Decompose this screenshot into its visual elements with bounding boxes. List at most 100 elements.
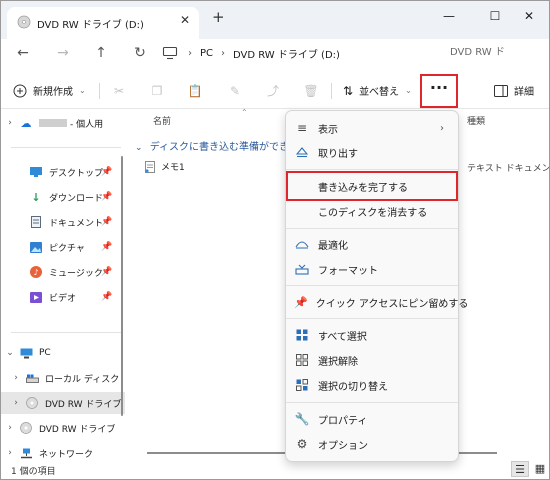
refresh-button[interactable]: ↻ bbox=[128, 41, 152, 65]
chevron-down-icon: ⌄ bbox=[135, 143, 143, 153]
menu-item-select-none[interactable]: 選択解除 bbox=[290, 349, 454, 371]
pin-icon: 📌 bbox=[101, 192, 113, 202]
details-pane-icon bbox=[494, 84, 508, 97]
column-header-type[interactable]: 種類 bbox=[467, 114, 485, 127]
select-none-icon bbox=[294, 352, 310, 368]
sidebar-item-dvd-drive[interactable]: › DVD RW ドライブ bbox=[1, 417, 125, 439]
sidebar-item-label: ドキュメント bbox=[49, 218, 104, 229]
disc-icon bbox=[17, 15, 31, 29]
delete-icon[interactable]: 🗑 bbox=[303, 83, 319, 99]
forward-button[interactable]: → bbox=[51, 41, 75, 65]
menu-item-invert-selection[interactable]: 選択の切り替え bbox=[290, 374, 454, 396]
menu-item-erase-disc[interactable]: このディスクを消去する bbox=[290, 200, 454, 222]
details-pane-button[interactable]: 詳細 bbox=[494, 83, 534, 98]
highlight-finish-burning bbox=[286, 171, 458, 201]
sidebar-item-videos[interactable]: ビデオ 📌 bbox=[1, 286, 125, 308]
menu-item-options[interactable]: ⚙ オプション bbox=[290, 433, 454, 455]
file-type: テキスト ドキュメント bbox=[467, 164, 550, 174]
title-bar: DVD RW ドライブ (D:) ✕ + — ☐ ✕ bbox=[1, 1, 549, 39]
sidebar-item-dvd-drive-selected[interactable]: › DVD RW ドライブ bbox=[1, 392, 125, 414]
copy-icon[interactable]: ❐ bbox=[149, 83, 165, 99]
search-input[interactable]: DVD RW ド bbox=[440, 42, 540, 64]
disc-icon bbox=[25, 396, 39, 410]
sidebar-item-network[interactable]: › ネットワーク bbox=[1, 442, 125, 464]
menu-item-label: このディスクを消去する bbox=[318, 207, 428, 219]
menu-item-eject[interactable]: 取り出す bbox=[290, 141, 454, 163]
menu-item-label: 選択解除 bbox=[318, 356, 358, 368]
menu-item-optimize[interactable]: 最適化 bbox=[290, 233, 454, 255]
sidebar-item-pictures[interactable]: ピクチャ 📌 bbox=[1, 236, 125, 258]
chevron-right-icon: › bbox=[8, 448, 12, 458]
breadcrumb-dvd-drive[interactable]: DVD RW ドライブ (D:) bbox=[233, 46, 340, 61]
sort-icon: ⇅ bbox=[343, 83, 354, 98]
menu-item-label: 最適化 bbox=[318, 240, 348, 252]
up-button[interactable]: ↑ bbox=[89, 41, 113, 65]
menu-item-properties[interactable]: 🔧 プロパティ bbox=[290, 408, 454, 430]
sidebar-item-label: PC bbox=[39, 348, 51, 358]
cut-icon[interactable]: ✂ bbox=[111, 83, 127, 99]
command-bar: 新規作成 ⌄ ✂ ❐ 📋 ✎ ⤴ 🗑 ⇅ 並べ替え ⌄ ··· 詳細 bbox=[1, 71, 549, 109]
group-header[interactable]: ⌄ ディスクに書き込む準備ができ bbox=[135, 138, 289, 153]
sidebar-item-pc[interactable]: ⌄ PC bbox=[1, 342, 125, 364]
menu-item-label: クイック アクセスにピン留めする bbox=[315, 298, 469, 310]
large-icons-view-button[interactable]: ▦ bbox=[531, 461, 549, 477]
tab-dvd-drive[interactable]: DVD RW ドライブ (D:) ✕ bbox=[7, 7, 199, 39]
sidebar-item-documents[interactable]: ドキュメント 📌 bbox=[1, 211, 125, 233]
tab-close-button[interactable]: ✕ bbox=[180, 13, 190, 27]
menu-divider bbox=[286, 402, 458, 403]
paste-icon[interactable]: 📋 bbox=[187, 83, 203, 99]
sidebar-item-label: - 個人用 bbox=[70, 119, 104, 130]
menu-item-view[interactable]: ≡ 表示 › bbox=[290, 117, 454, 139]
chevron-right-icon: › bbox=[440, 122, 444, 134]
menu-item-select-all[interactable]: すべて選択 bbox=[290, 324, 454, 346]
new-button-label: 新規作成 bbox=[33, 87, 73, 98]
rename-icon[interactable]: ✎ bbox=[227, 83, 243, 99]
details-view-button[interactable]: ☰ bbox=[511, 461, 529, 477]
chevron-right-icon: › bbox=[14, 373, 18, 383]
close-window-button[interactable]: ✕ bbox=[509, 5, 549, 27]
video-icon bbox=[29, 290, 43, 304]
menu-item-format[interactable]: フォーマット bbox=[290, 258, 454, 280]
chevron-right-icon: › bbox=[8, 118, 12, 128]
sidebar-item-local-disk[interactable]: › ローカル ディスク bbox=[1, 367, 125, 389]
pc-icon bbox=[19, 346, 33, 360]
select-all-icon bbox=[294, 327, 310, 343]
sort-button[interactable]: ⇅ 並べ替え ⌄ bbox=[343, 83, 412, 99]
local-disk-icon bbox=[25, 371, 39, 385]
share-icon[interactable]: ⤴ bbox=[265, 83, 281, 99]
optimize-icon bbox=[294, 236, 310, 252]
column-header-name[interactable]: 名前 bbox=[153, 114, 171, 127]
sidebar-scrollbar[interactable] bbox=[121, 156, 123, 416]
breadcrumb-separator-icon: › bbox=[221, 47, 226, 59]
sidebar-item-label: DVD RW ドライブ bbox=[39, 424, 116, 435]
menu-item-pin-quick-access[interactable]: 📌 クイック アクセスにピン留めする bbox=[290, 291, 468, 313]
gear-icon: ⚙ bbox=[296, 437, 308, 451]
tab-title: DVD RW ドライブ (D:) bbox=[37, 20, 144, 31]
new-tab-button[interactable]: + bbox=[212, 10, 225, 25]
breadcrumb-separator-icon: › bbox=[188, 47, 192, 59]
minimize-button[interactable]: — bbox=[429, 5, 469, 27]
menu-item-label: プロパティ bbox=[318, 415, 368, 427]
breadcrumb-pc[interactable]: PC bbox=[200, 48, 213, 59]
menu-divider bbox=[286, 228, 458, 229]
sidebar-item-music[interactable]: ♪ ミュージック 📌 bbox=[1, 261, 125, 283]
pin-icon: 📌 bbox=[294, 295, 308, 309]
list-item[interactable]: メモ1 bbox=[145, 160, 185, 173]
new-button[interactable]: 新規作成 ⌄ bbox=[13, 83, 86, 98]
pin-icon: 📌 bbox=[101, 217, 113, 227]
desktop-icon bbox=[29, 165, 43, 179]
sidebar-item-downloads[interactable]: ↓ ダウンロード 📌 bbox=[1, 186, 125, 208]
pin-icon: 📌 bbox=[101, 242, 113, 252]
pin-icon: 📌 bbox=[101, 292, 113, 302]
back-button[interactable]: ← bbox=[11, 41, 35, 65]
download-icon: ↓ bbox=[31, 190, 41, 204]
sidebar-item-label: ミュージック bbox=[49, 268, 103, 279]
menu-item-label: フォーマット bbox=[318, 265, 378, 277]
address-bar[interactable]: › PC › DVD RW ドライブ (D:) bbox=[162, 42, 432, 64]
chevron-down-icon: ⌄ bbox=[6, 348, 14, 358]
sort-caret-icon: ⌃ bbox=[241, 108, 248, 117]
sidebar-item-desktop[interactable]: デスクトップ 📌 bbox=[1, 161, 125, 183]
sidebar-item-label: ビデオ bbox=[49, 293, 77, 304]
menu-divider bbox=[286, 169, 458, 170]
sidebar-item-onedrive[interactable]: › ☁ - 個人用 bbox=[1, 112, 125, 134]
